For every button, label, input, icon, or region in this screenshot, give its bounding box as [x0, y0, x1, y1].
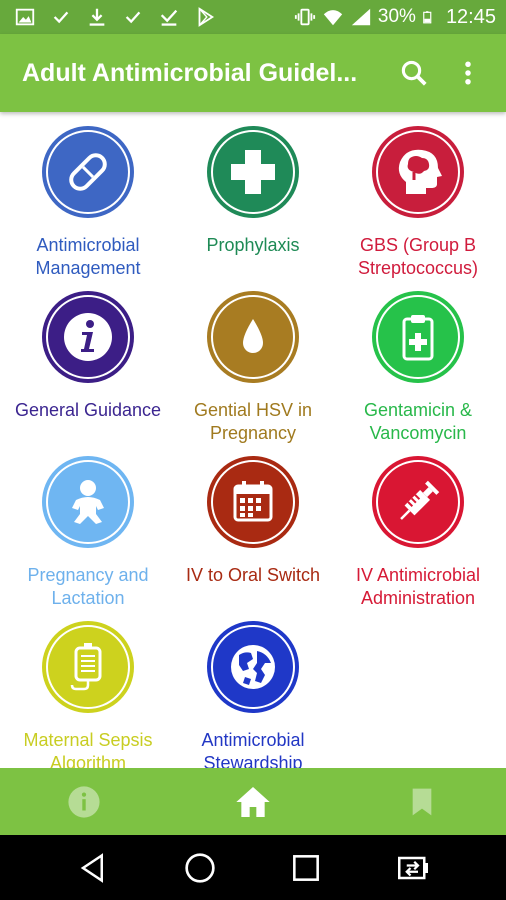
- app-bar: Adult Antimicrobial Guidel...: [0, 34, 506, 112]
- battery-percent: 30%: [377, 6, 416, 27]
- search-icon: [401, 60, 427, 86]
- iv-bag-icon: [70, 643, 102, 691]
- system-navigation-bar: [0, 835, 506, 900]
- tile-pregnancy-lactation[interactable]: Pregnancy and Lactation: [4, 442, 172, 608]
- home-circle-icon: [185, 852, 215, 883]
- syringe-icon: [400, 480, 440, 520]
- tile-gential-hsv[interactable]: Gential HSV in Pregnancy: [169, 277, 337, 443]
- app-title: Adult Antimicrobial Guidel...: [22, 58, 358, 87]
- bookmark-icon: [412, 788, 432, 815]
- play-store-icon: [198, 7, 215, 27]
- search-button[interactable]: [392, 51, 436, 95]
- download-done-icon: [160, 9, 178, 26]
- signal-icon: [351, 8, 371, 26]
- calendar-icon: [233, 481, 273, 522]
- tile-label: Antimicrobial Management: [35, 235, 141, 278]
- nav-info[interactable]: [0, 768, 169, 835]
- wifi-icon: [323, 10, 343, 26]
- info-icon: [64, 313, 112, 361]
- info-icon: [68, 785, 100, 818]
- tile-icon-circle: [372, 126, 464, 218]
- image-icon: [15, 8, 35, 26]
- tile-general-guidance[interactable]: General Guidance: [4, 277, 172, 442]
- baby-icon: [72, 480, 104, 524]
- tile-label: IV to Oral Switch: [185, 565, 321, 585]
- tile-gentamicin-vancomycin[interactable]: Gentamicin & Vancomycin: [334, 277, 502, 443]
- tile-label: General Guidance: [14, 400, 162, 420]
- head-brain-icon: [398, 149, 442, 194]
- clock: 12:45: [445, 5, 496, 28]
- tile-icon-circle: [207, 621, 299, 713]
- home-icon: [236, 786, 270, 817]
- check-icon: [53, 11, 69, 24]
- globe-icon: [231, 645, 275, 689]
- tile-icon-circle: [42, 456, 134, 548]
- check-icon: [125, 11, 141, 24]
- status-bar: 30% 12:45: [0, 0, 506, 34]
- tile-label: Maternal Sepsis Algorithm: [23, 730, 153, 768]
- tile-icon-circle: [207, 456, 299, 548]
- tile-label: IV Antimicrobial Administration: [355, 565, 481, 608]
- system-status: 30% 12:45: [294, 6, 506, 29]
- more-options-button[interactable]: [446, 51, 490, 95]
- vibrate-icon: [294, 8, 315, 26]
- back-button[interactable]: [71, 846, 115, 890]
- recents-button[interactable]: [284, 846, 328, 890]
- tile-antimicrobial-stewardship[interactable]: Antimicrobial Stewardship: [169, 607, 337, 768]
- tile-icon-circle: [372, 456, 464, 548]
- home-system-button[interactable]: [178, 846, 222, 890]
- tile-icon-circle: [42, 291, 134, 383]
- tile-label: Gentamicin & Vancomycin: [363, 400, 473, 443]
- app-screen: 30% 12:45 Adult Antimicrobial Guidel... …: [0, 0, 506, 900]
- screen-switch-button[interactable]: [391, 846, 435, 890]
- switch-screen-icon: [397, 856, 428, 879]
- tile-icon-circle: [42, 621, 134, 713]
- tile-icon-circle: [372, 291, 464, 383]
- tile-iv-oral-switch[interactable]: IV to Oral Switch: [169, 442, 337, 607]
- tile-prophylaxis[interactable]: Prophylaxis: [169, 112, 337, 277]
- notification-icons: [0, 6, 216, 28]
- tile-iv-antimicrobial-administration[interactable]: IV Antimicrobial Administration: [334, 442, 502, 608]
- tile-label: GBS (Group B Streptococcus): [357, 235, 479, 278]
- more-vert-icon: [465, 61, 471, 85]
- download-icon: [89, 8, 105, 26]
- tile-antimicrobial-management[interactable]: Antimicrobial Management: [4, 112, 172, 278]
- tile-label: Prophylaxis: [206, 235, 300, 255]
- clipboard-icon: [402, 315, 434, 361]
- medical-cross-icon: [231, 150, 275, 194]
- battery-icon: [423, 11, 432, 24]
- tile-maternal-sepsis[interactable]: Maternal Sepsis Algorithm: [4, 607, 172, 768]
- nav-bookmarks[interactable]: [337, 768, 506, 835]
- nav-home[interactable]: [169, 768, 338, 835]
- tile-label: Gential HSV in Pregnancy: [193, 400, 313, 443]
- tile-label: Antimicrobial Stewardship: [201, 730, 305, 768]
- capsule-icon: [69, 153, 107, 191]
- drop-icon: [243, 319, 263, 353]
- tile-icon-circle: [207, 291, 299, 383]
- recents-square-icon: [293, 854, 320, 881]
- tile-label: Pregnancy and Lactation: [27, 565, 149, 608]
- tile-icon-circle: [42, 126, 134, 218]
- tile-gbs[interactable]: GBS (Group B Streptococcus): [334, 112, 502, 278]
- bottom-navigation: [0, 768, 506, 835]
- category-grid: Antimicrobial Management Prophylaxis GBS…: [0, 112, 506, 768]
- back-triangle-icon: [80, 852, 104, 883]
- tile-icon-circle: [207, 126, 299, 218]
